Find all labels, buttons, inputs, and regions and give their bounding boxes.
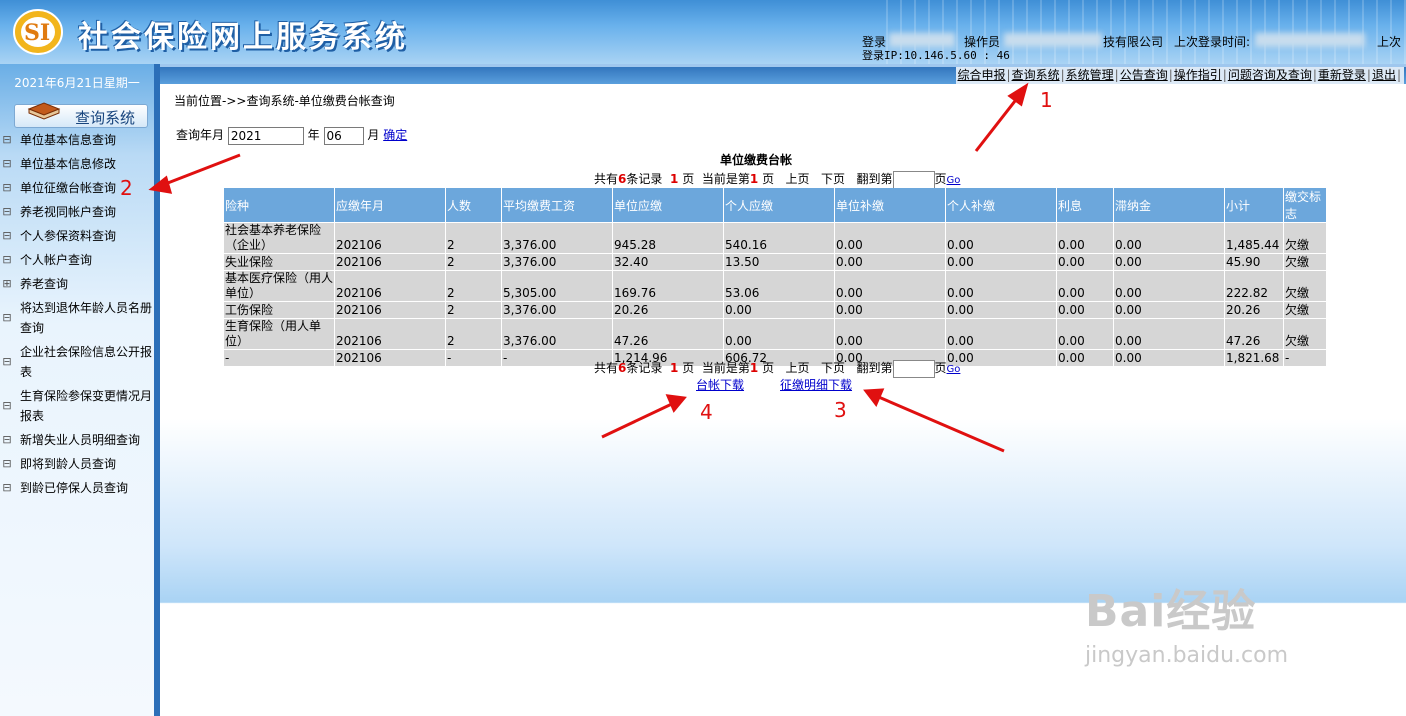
arrow-3-line (873, 393, 1005, 453)
arrow-2-line (159, 153, 241, 188)
arrow-2-head (148, 175, 173, 194)
arrow-4-head (665, 394, 687, 413)
annotation-number-3: 3 (834, 398, 847, 422)
arrow-3-head (863, 388, 885, 407)
baidu-watermark: Bai经验 jingyan.baidu.com (1085, 575, 1288, 668)
annotation-number-1: 1 (1040, 88, 1053, 112)
watermark-url: jingyan.baidu.com (1085, 643, 1289, 668)
annotation-number-4: 4 (700, 400, 713, 424)
arrow-4-line (601, 400, 677, 439)
arrow-1-head (1007, 82, 1029, 107)
annotation-number-2: 2 (120, 176, 133, 200)
watermark-brand: Bai经验 (1085, 586, 1257, 637)
